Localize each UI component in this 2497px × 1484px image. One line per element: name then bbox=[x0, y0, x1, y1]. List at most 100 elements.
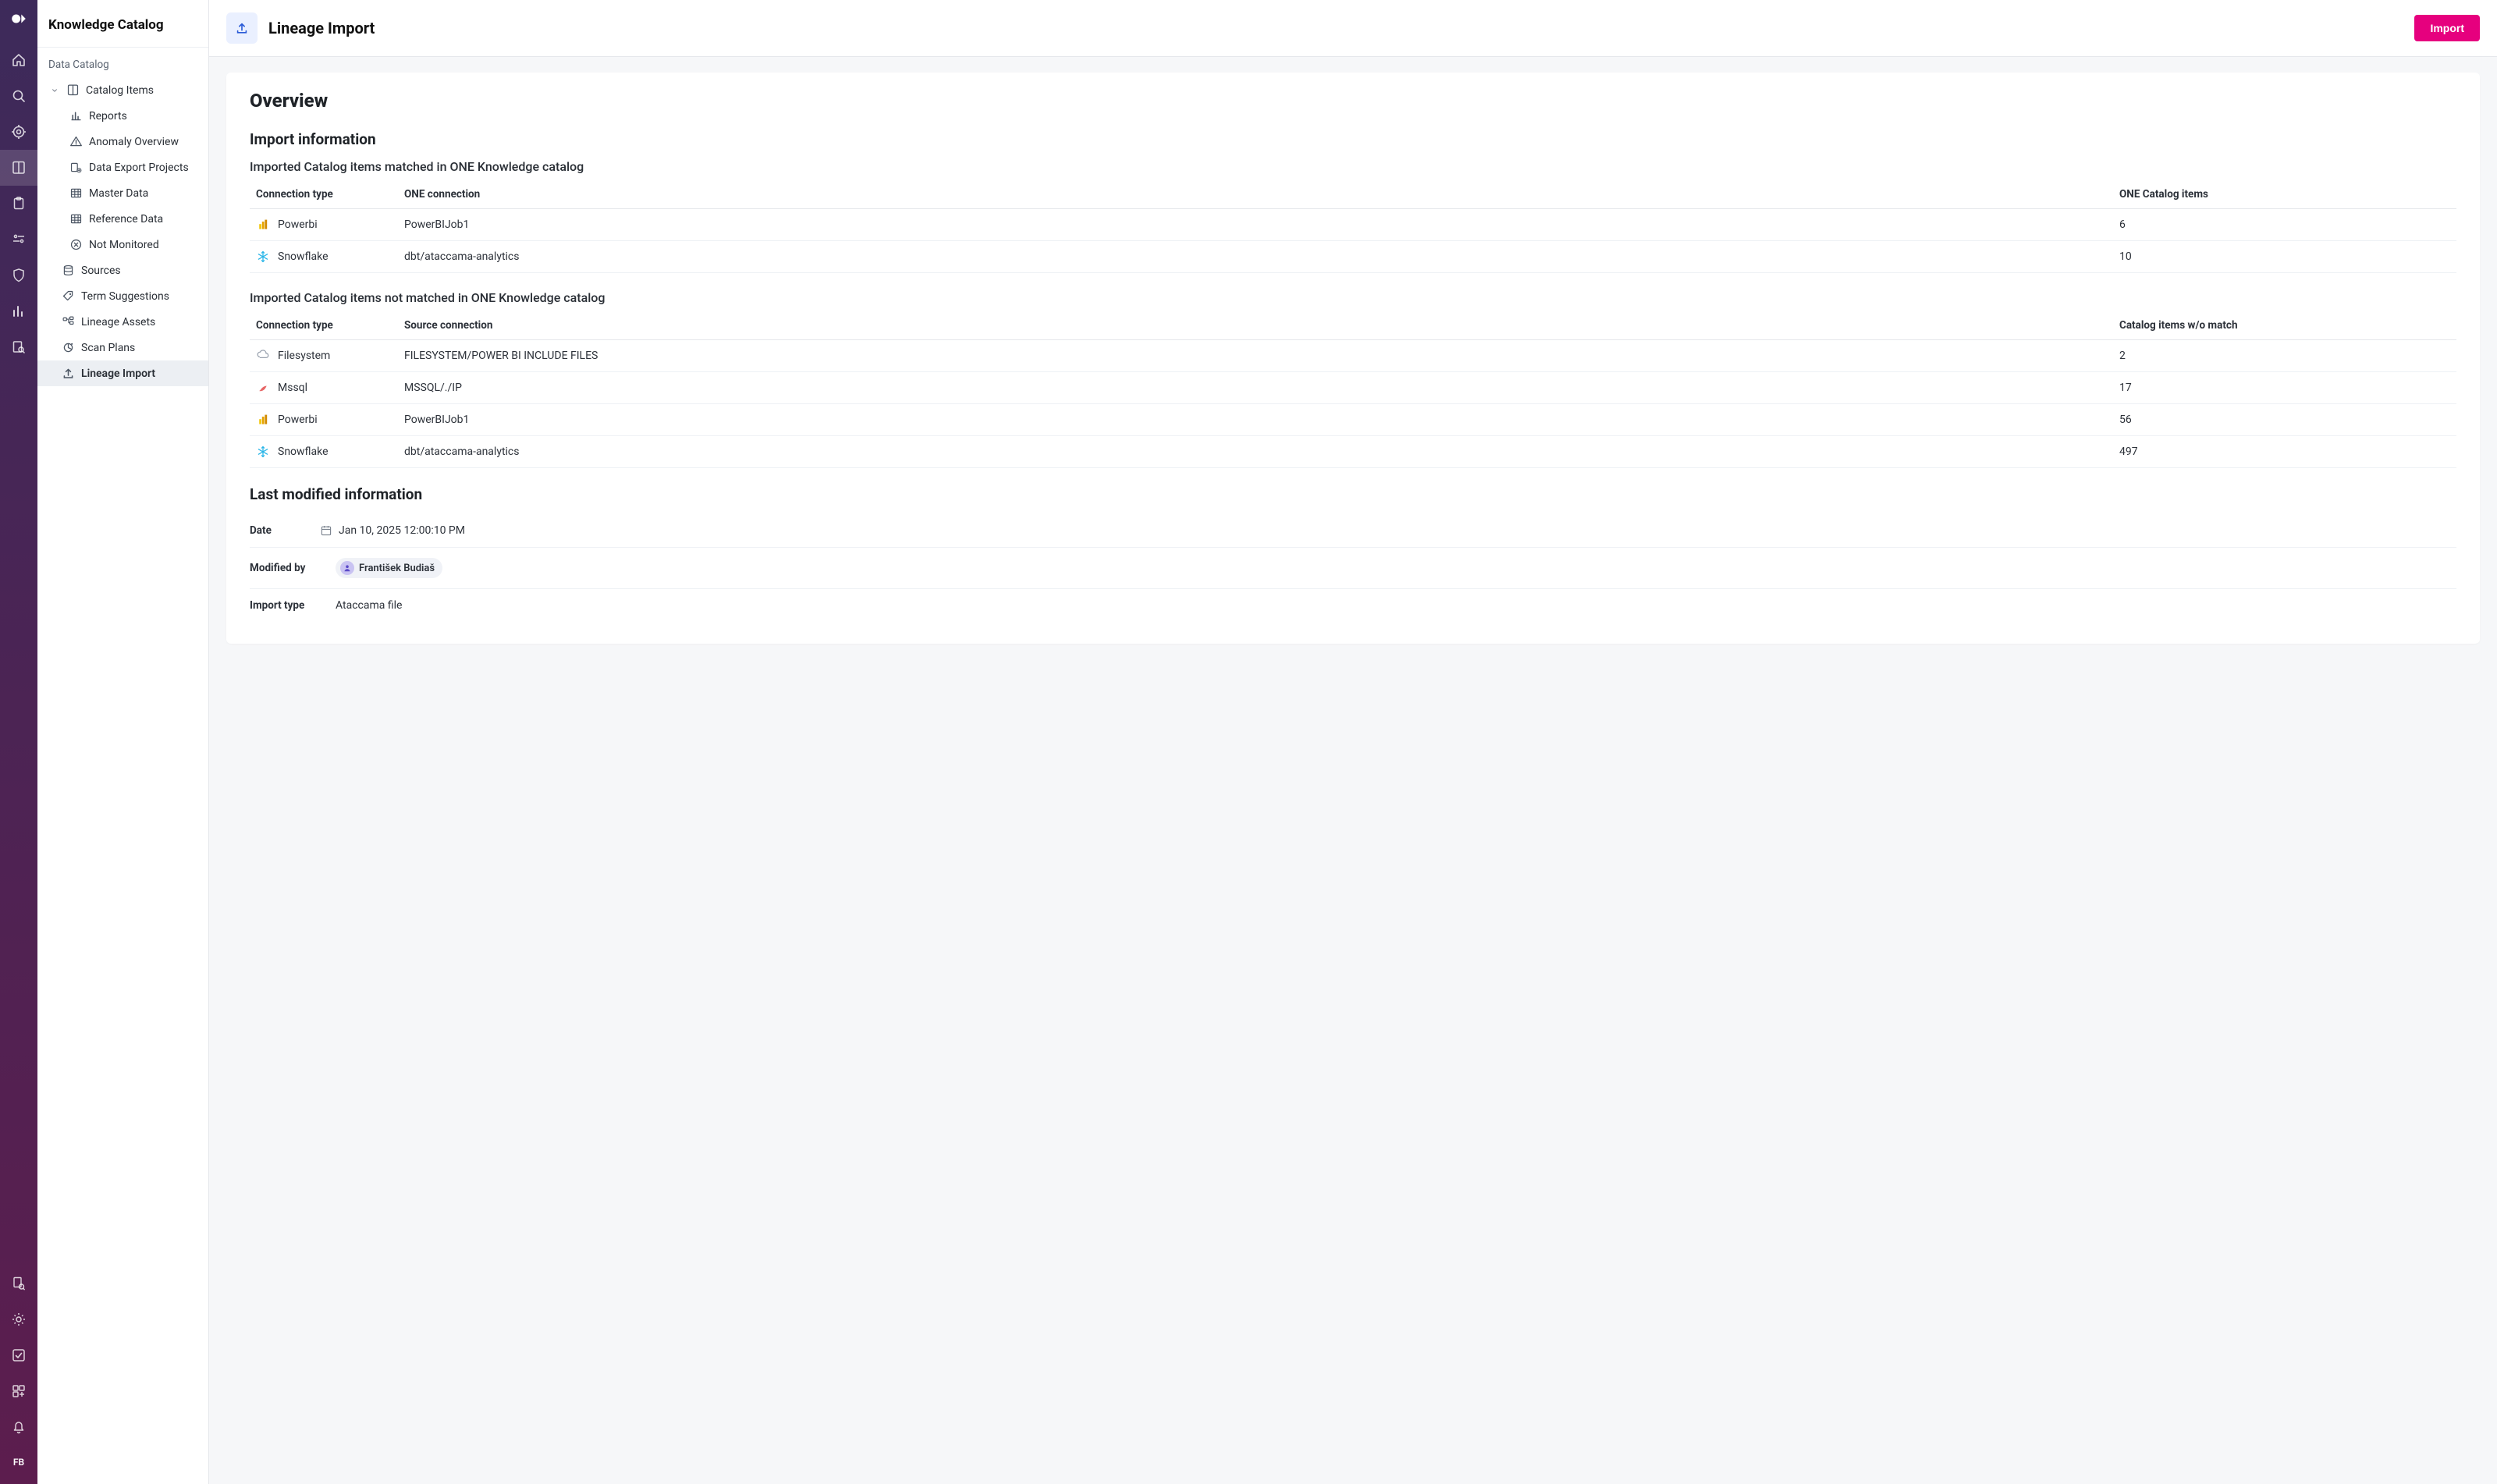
tree-label: Master Data bbox=[89, 187, 148, 200]
cell-connection: dbt/ataccama-analytics bbox=[398, 436, 2113, 468]
th-one-catalog-items: ONE Catalog items bbox=[2113, 180, 2456, 209]
book-icon bbox=[66, 83, 80, 97]
tree-node-master-data[interactable]: Master Data bbox=[37, 180, 208, 206]
tree-label: Scan Plans bbox=[81, 342, 135, 354]
x-icon bbox=[69, 238, 83, 251]
cell-connection: FILESYSTEM/POWER BI INCLUDE FILES bbox=[398, 340, 2113, 372]
rail-config[interactable] bbox=[0, 222, 37, 257]
import-button[interactable]: Import bbox=[2414, 15, 2480, 41]
info-value-date: Jan 10, 2025 12:00:10 PM bbox=[339, 524, 465, 537]
not-matched-subhead: Imported Catalog items not matched in ON… bbox=[250, 290, 2456, 305]
powerbi-icon bbox=[256, 218, 270, 232]
icon-rail: FB bbox=[0, 0, 37, 1484]
tree-node-reference-data[interactable]: Reference Data bbox=[37, 206, 208, 232]
rail-settings[interactable] bbox=[0, 1301, 37, 1337]
info-value-import-type: Ataccama file bbox=[336, 599, 402, 612]
tree-node-lineage-assets[interactable]: Lineage Assets bbox=[37, 309, 208, 335]
alert-icon bbox=[69, 135, 83, 148]
th-catalog-items-wo-match: Catalog items w/o match bbox=[2113, 311, 2456, 340]
info-label-modified-by: Modified by bbox=[250, 562, 317, 574]
rail-search[interactable] bbox=[0, 78, 37, 114]
sidebar-section-label: Data Catalog bbox=[37, 48, 208, 76]
cell-connection: dbt/ataccama-analytics bbox=[398, 241, 2113, 273]
th-source-connection: Source connection bbox=[398, 311, 2113, 340]
filesystem-icon bbox=[256, 349, 270, 363]
snowflake-icon bbox=[256, 250, 270, 264]
table-row: Powerbi PowerBIJob156 bbox=[250, 404, 2456, 436]
tree-node-data-export-projects[interactable]: Data Export Projects bbox=[37, 154, 208, 180]
rail-analytics[interactable] bbox=[0, 293, 37, 329]
page-title: Lineage Import bbox=[268, 19, 375, 37]
th-connection-type: Connection type bbox=[250, 311, 398, 340]
cell-connection: MSSQL/./IP bbox=[398, 372, 2113, 404]
table-row: FilesystemFILESYSTEM/POWER BI INCLUDE FI… bbox=[250, 340, 2456, 372]
table-row: Snowflakedbt/ataccama-analytics497 bbox=[250, 436, 2456, 468]
upload-icon bbox=[61, 367, 75, 380]
tree-node-scan-plans[interactable]: Scan Plans bbox=[37, 335, 208, 360]
rail-explore[interactable] bbox=[0, 329, 37, 365]
table-icon bbox=[69, 212, 83, 225]
rail-shield[interactable] bbox=[0, 257, 37, 293]
rail-apps[interactable] bbox=[0, 1373, 37, 1409]
table-row: Snowflake dbt/ataccama-analytics10 bbox=[250, 241, 2456, 273]
cell-connection-type: Snowflake bbox=[278, 446, 329, 458]
tree-node-sources[interactable]: Sources bbox=[37, 257, 208, 283]
user-chip-name: František Budiaš bbox=[359, 563, 435, 574]
cell-connection-type: Snowflake bbox=[278, 250, 329, 263]
tree-node-term-suggestions[interactable]: Term Suggestions bbox=[37, 283, 208, 309]
sources-icon bbox=[61, 264, 75, 277]
cell-connection: PowerBIJob1 bbox=[398, 404, 2113, 436]
tree-label: Not Monitored bbox=[89, 239, 159, 251]
sidebar-tree: Catalog Items Reports Anomaly Overview D… bbox=[37, 76, 208, 392]
tree-node-lineage-import[interactable]: Lineage Import bbox=[37, 360, 208, 386]
last-modified-heading: Last modified information bbox=[250, 485, 2456, 503]
overview-card: Overview Import information Imported Cat… bbox=[226, 73, 2480, 644]
rail-audit[interactable] bbox=[0, 1266, 37, 1301]
calendar-icon bbox=[320, 524, 332, 537]
not-matched-table: Connection type Source connection Catalo… bbox=[250, 311, 2456, 468]
tree-label: Lineage Import bbox=[81, 367, 155, 380]
rail-knowledge-catalog[interactable] bbox=[0, 150, 37, 186]
table-row: MssqlMSSQL/./IP17 bbox=[250, 372, 2456, 404]
powerbi-icon bbox=[256, 413, 270, 427]
tree-label: Reports bbox=[89, 110, 127, 122]
tree-node-not-monitored[interactable]: Not Monitored bbox=[37, 232, 208, 257]
cell-count: 10 bbox=[2113, 241, 2456, 273]
rail-tasks[interactable] bbox=[0, 1337, 37, 1373]
user-icon bbox=[340, 561, 354, 575]
overview-heading: Overview bbox=[250, 90, 2456, 112]
import-info-heading: Import information bbox=[250, 130, 2456, 148]
main-area: Lineage Import Import Overview Import in… bbox=[209, 0, 2497, 1484]
topbar: Lineage Import Import bbox=[209, 0, 2497, 57]
tree-node-catalog-items[interactable]: Catalog Items bbox=[37, 77, 208, 103]
chart-icon bbox=[69, 109, 83, 122]
info-row-date: Date Jan 10, 2025 12:00:10 PM bbox=[250, 514, 2456, 548]
cell-connection-type: Powerbi bbox=[278, 414, 318, 426]
tree-label: Catalog Items bbox=[86, 84, 154, 97]
user-chip[interactable]: František Budiaš bbox=[336, 558, 442, 578]
rail-notifications[interactable] bbox=[0, 1409, 37, 1445]
info-row-import-type: Import type Ataccama file bbox=[250, 589, 2456, 622]
snowflake-icon bbox=[256, 445, 270, 459]
info-label-import-type: Import type bbox=[250, 599, 317, 612]
cell-count: 17 bbox=[2113, 372, 2456, 404]
rail-clipboard[interactable] bbox=[0, 186, 37, 222]
sidebar-title: Knowledge Catalog bbox=[37, 0, 208, 48]
info-label-date: Date bbox=[250, 524, 301, 537]
matched-subhead: Imported Catalog items matched in ONE Kn… bbox=[250, 159, 2456, 174]
cell-count: 6 bbox=[2113, 209, 2456, 241]
rail-home[interactable] bbox=[0, 42, 37, 78]
cell-count: 56 bbox=[2113, 404, 2456, 436]
tree-node-reports[interactable]: Reports bbox=[37, 103, 208, 129]
cell-connection: PowerBIJob1 bbox=[398, 209, 2113, 241]
tree-label: Term Suggestions bbox=[81, 290, 169, 303]
table-row: Powerbi PowerBIJob16 bbox=[250, 209, 2456, 241]
tree-node-anomaly-overview[interactable]: Anomaly Overview bbox=[37, 129, 208, 154]
app-logo[interactable] bbox=[8, 8, 30, 30]
table-icon bbox=[69, 186, 83, 200]
secondary-sidebar: Knowledge Catalog Data Catalog Catalog I… bbox=[37, 0, 209, 1484]
th-one-connection: ONE connection bbox=[398, 180, 2113, 209]
rail-targets[interactable] bbox=[0, 114, 37, 150]
cell-connection-type: Powerbi bbox=[278, 218, 318, 231]
rail-user-avatar[interactable]: FB bbox=[0, 1445, 37, 1479]
